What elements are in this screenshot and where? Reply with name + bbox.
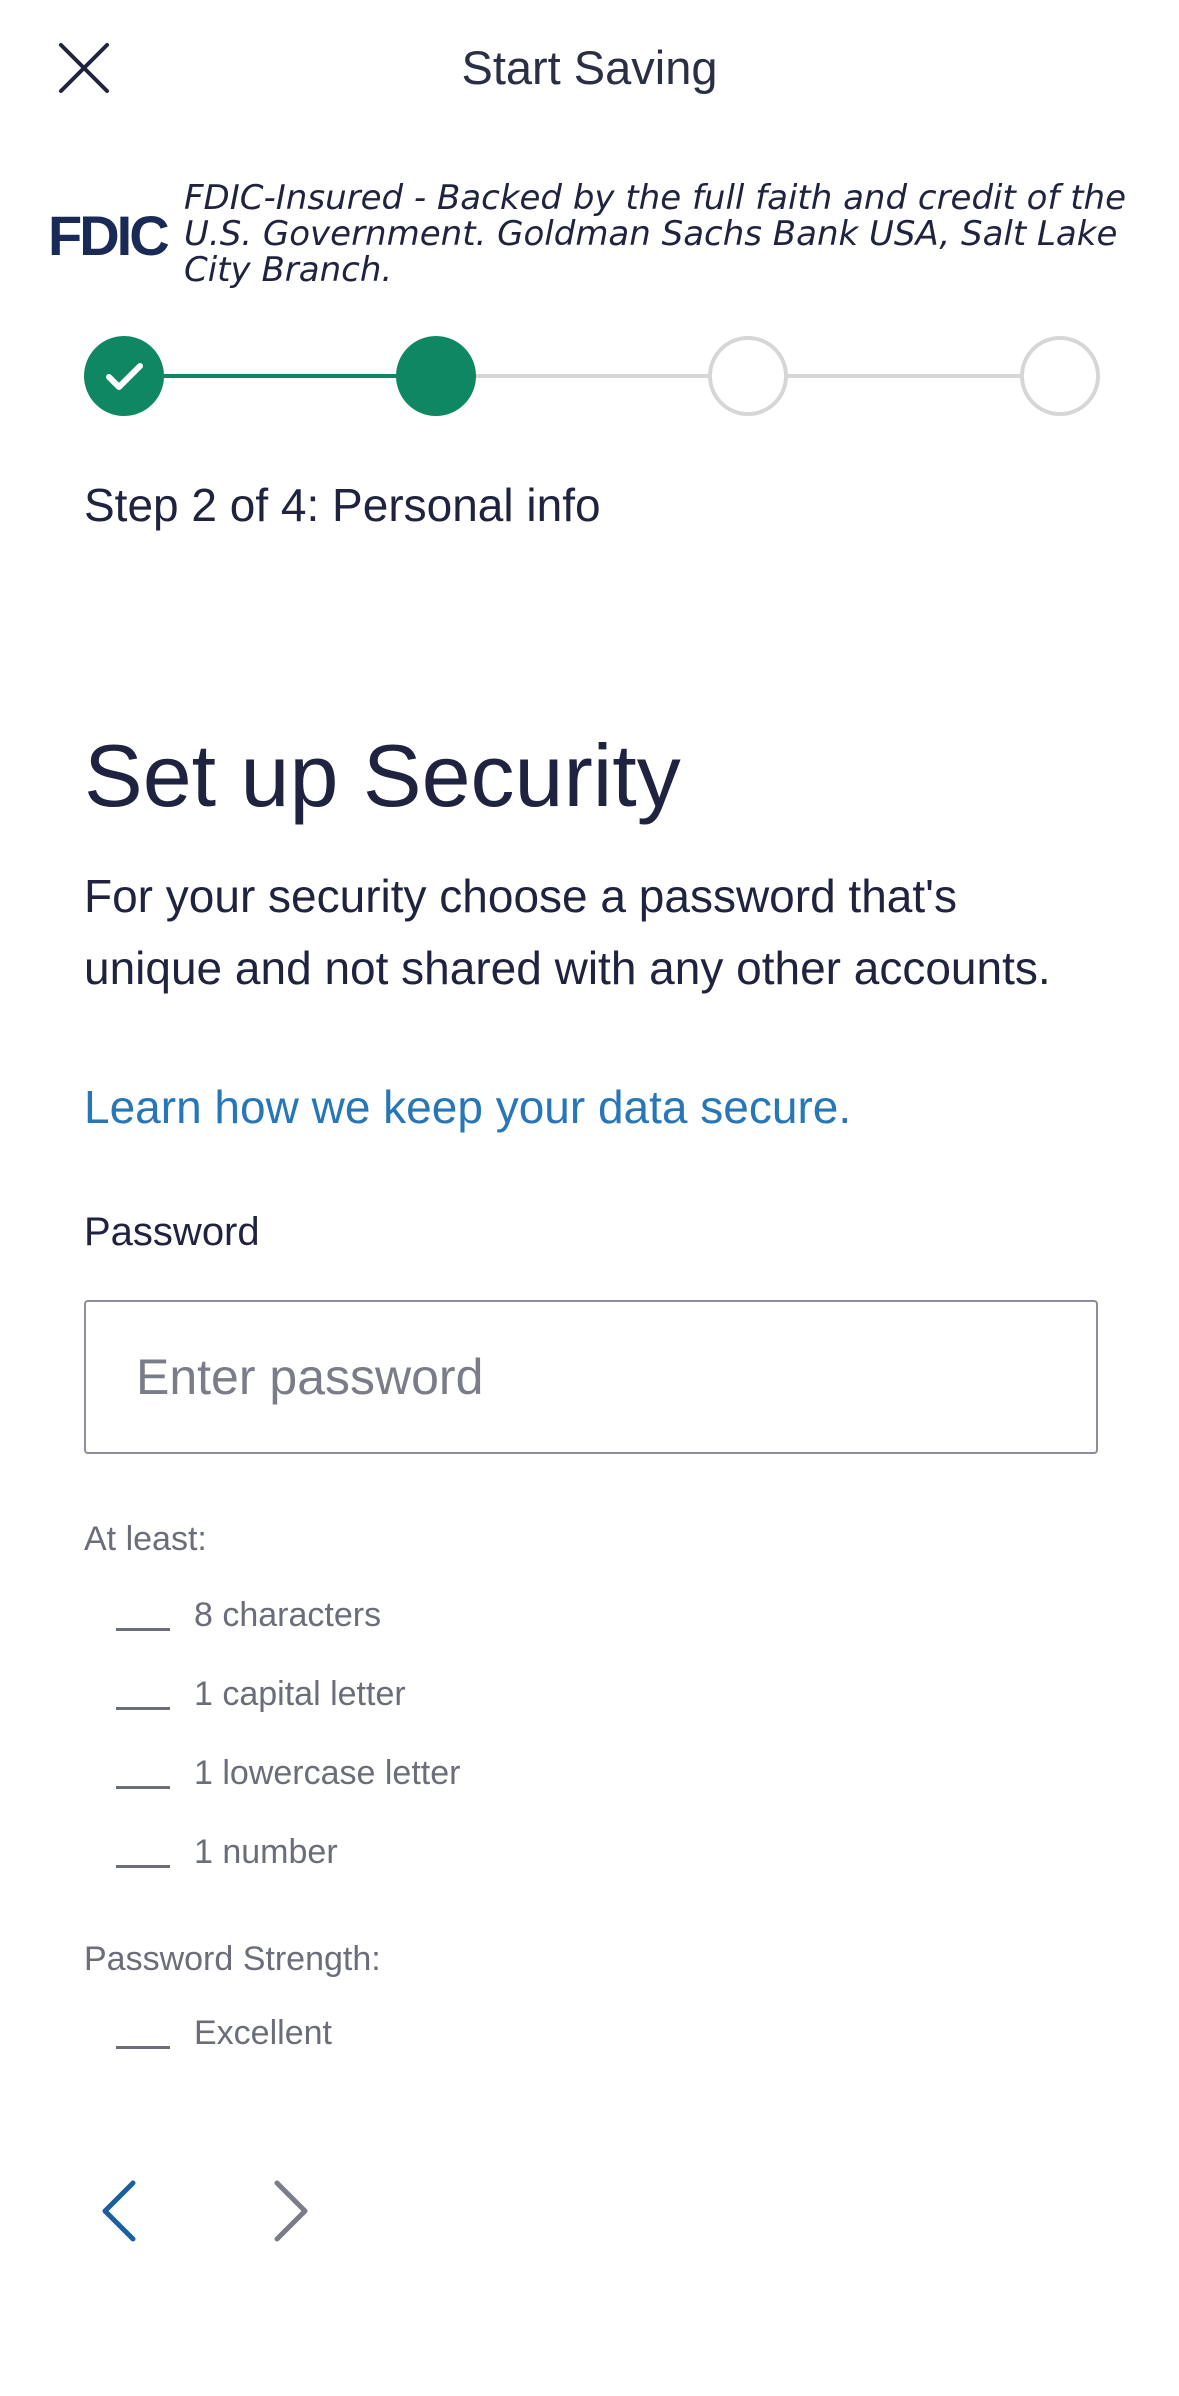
step-4-pending	[1020, 336, 1100, 416]
requirement-item: 1 lowercase letter	[116, 1748, 460, 1798]
strength-heading: Password Strength:	[84, 1940, 381, 1978]
chevron-right-icon	[274, 2180, 308, 2242]
back-button[interactable]	[74, 2166, 164, 2256]
requirement-status-dash	[116, 1627, 170, 1631]
requirement-item: 1 capital letter	[116, 1669, 406, 1719]
checkmark-icon	[106, 363, 143, 390]
requirement-item: 8 characters	[116, 1590, 381, 1640]
step-3-pending	[708, 336, 788, 416]
requirements-heading: At least:	[84, 1520, 207, 1558]
requirement-status-dash	[116, 1785, 170, 1789]
requirement-status-dash	[116, 1706, 170, 1710]
fdic-logo: FDIC	[48, 204, 170, 267]
password-label: Password	[84, 1210, 260, 1254]
fdic-disclaimer: FDIC-Insured - Backed by the full faith …	[184, 178, 1127, 290]
header-title: Start Saving	[461, 41, 718, 94]
step-connector-2	[476, 374, 708, 378]
learn-data-security-link[interactable]: Learn how we keep your data secure.	[84, 1080, 851, 1134]
next-button[interactable]	[246, 2166, 336, 2256]
step-connector-1	[164, 374, 396, 378]
requirement-label: 1 lowercase letter	[194, 1753, 461, 1792]
strength-value: Excellent	[194, 2013, 332, 2052]
requirement-label: 1 capital letter	[194, 1674, 406, 1713]
requirement-item: 1 number	[116, 1827, 338, 1877]
step-label: Step 2 of 4: Personal info	[84, 479, 601, 531]
requirement-label: 1 number	[194, 1832, 338, 1871]
step-2-current	[396, 336, 476, 416]
page-title: Set up Security	[84, 726, 681, 825]
chevron-left-icon	[102, 2180, 136, 2242]
step-1-complete	[84, 336, 164, 416]
step-connector-3	[788, 374, 1020, 378]
requirement-label: 8 characters	[194, 1595, 382, 1634]
requirement-status-dash	[116, 1864, 170, 1868]
strength-status-dash	[116, 2045, 170, 2049]
security-description: For your security choose a password that…	[84, 870, 1051, 994]
progress-stepper	[84, 336, 1100, 416]
password-input[interactable]	[84, 1300, 1098, 1454]
strength-item: Excellent	[116, 2008, 332, 2058]
